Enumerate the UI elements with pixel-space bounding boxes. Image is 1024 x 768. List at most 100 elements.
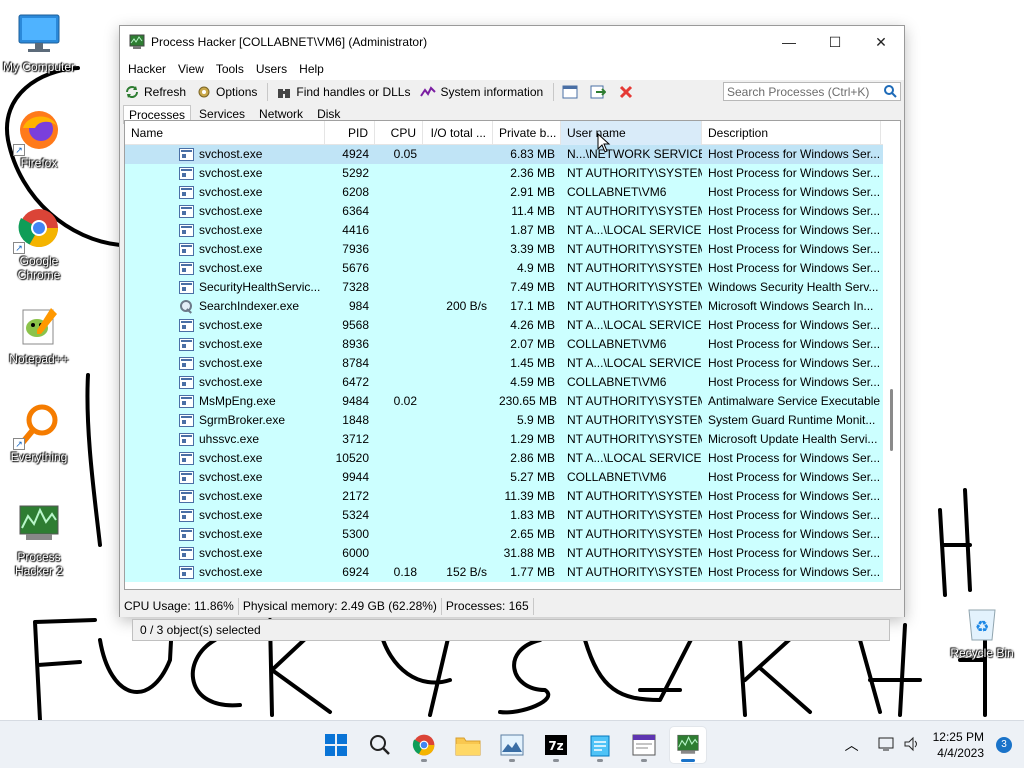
process-row[interactable]: svchost.exe 10520 2.86 MB NT A...\LOCAL SER… bbox=[125, 449, 900, 468]
notification-badge[interactable]: 3 bbox=[996, 737, 1012, 753]
desktop-icon-recycle-bin[interactable]: ♻ Recycle Bin bbox=[942, 598, 1022, 660]
process-pid: 5324 bbox=[342, 508, 369, 522]
column-io-total[interactable]: I/O total ... bbox=[423, 121, 493, 145]
process-row[interactable]: svchost.exe 4416 1.87 MB NT A...\LOCAL SERV… bbox=[125, 221, 900, 240]
desktop-icon-label: Everything bbox=[10, 450, 68, 464]
menu-help[interactable]: Help bbox=[294, 62, 329, 76]
process-row[interactable]: svchost.exe 6000 31.88 MB NT AUTHORITY\SYST… bbox=[125, 544, 900, 563]
menu-hacker[interactable]: Hacker bbox=[123, 62, 171, 76]
column-pid[interactable]: PID bbox=[325, 121, 375, 145]
search-icon[interactable] bbox=[883, 84, 898, 99]
terminate-button[interactable] bbox=[618, 84, 638, 100]
taskbar-chrome[interactable] bbox=[406, 727, 442, 763]
menu-tools[interactable]: Tools bbox=[211, 62, 249, 76]
process-row[interactable]: svchost.exe 5324 1.83 MB NT AUTHORITY\SYSTE… bbox=[125, 506, 900, 525]
process-row[interactable]: SearchIndexer.exe 984 200 B/s 17.1 MB NT AUT… bbox=[125, 297, 900, 316]
process-pid: 3712 bbox=[342, 432, 369, 446]
minimize-button[interactable]: — bbox=[766, 26, 812, 58]
process-private-bytes: 2.07 MB bbox=[510, 337, 555, 351]
process-row[interactable]: svchost.exe 2172 11.39 MB NT AUTHORITY\SYST… bbox=[125, 487, 900, 506]
process-user-name: NT AUTHORITY\SYSTEM bbox=[567, 261, 702, 275]
desktop-icon-everything[interactable]: ↗ Everything bbox=[2, 400, 76, 464]
process-row[interactable]: SgrmBroker.exe 1848 5.9 MB NT AUTHORITY\SYS… bbox=[125, 411, 900, 430]
taskbar-notepad[interactable] bbox=[582, 727, 618, 763]
window-go-button[interactable] bbox=[590, 84, 610, 100]
clock[interactable]: 12:25 PM 4/4/2023 bbox=[933, 729, 984, 761]
search-icon bbox=[370, 735, 390, 755]
process-row[interactable]: svchost.exe 6208 2.91 MB COLLABNET\VM6 Host … bbox=[125, 183, 900, 202]
column-description[interactable]: Description bbox=[702, 121, 881, 145]
window-app-icon bbox=[179, 243, 194, 256]
desktop-icon-label: Recycle Bin bbox=[950, 646, 1014, 660]
taskbar-process-hacker[interactable] bbox=[670, 727, 706, 763]
process-row[interactable]: svchost.exe 9944 5.27 MB COLLABNET\VM6 Host … bbox=[125, 468, 900, 487]
desktop-icon-label: Notepad++ bbox=[9, 352, 69, 366]
column-name[interactable]: Name bbox=[125, 121, 325, 145]
cpu-usage-status: CPU Usage: 11.86% bbox=[120, 598, 239, 615]
column-cpu[interactable]: CPU bbox=[375, 121, 423, 145]
process-io-total bbox=[423, 335, 493, 354]
menu-users[interactable]: Users bbox=[251, 62, 292, 76]
taskbar-window-app[interactable] bbox=[626, 727, 662, 763]
process-private-bytes: 17.1 MB bbox=[510, 299, 555, 313]
system-information-button[interactable]: System information bbox=[420, 84, 543, 100]
process-row[interactable]: svchost.exe 5292 2.36 MB NT AUTHORITY\SYSTE… bbox=[125, 164, 900, 183]
desktop-icon-firefox[interactable]: ↗ Firefox bbox=[2, 106, 76, 170]
process-row[interactable]: uhssvc.exe 3712 1.29 MB NT AUTHORITY\SYSTEM… bbox=[125, 430, 900, 449]
column-user-name[interactable]: User name bbox=[561, 121, 702, 145]
taskbar-7zip[interactable]: 7z bbox=[538, 727, 574, 763]
process-private-bytes: 3.39 MB bbox=[510, 242, 555, 256]
process-row[interactable]: svchost.exe 5300 2.65 MB NT AUTHORITY\SYSTE… bbox=[125, 525, 900, 544]
window-button[interactable] bbox=[562, 84, 582, 100]
close-button[interactable]: ✕ bbox=[858, 26, 904, 58]
process-row[interactable]: svchost.exe 7936 3.39 MB NT AUTHORITY\SYSTE… bbox=[125, 240, 900, 259]
menu-view[interactable]: View bbox=[173, 62, 209, 76]
process-row[interactable]: SecurityHealthServic... 7328 7.49 MB NT AUT… bbox=[125, 278, 900, 297]
process-hacker-window[interactable]: Process Hacker [COLLABNET\VM6] (Administ… bbox=[119, 25, 905, 617]
taskbar-file-explorer[interactable] bbox=[450, 727, 486, 763]
chevron-up-icon[interactable]: ︿ bbox=[845, 735, 859, 755]
process-user-name: NT A...\LOCAL SERVICE bbox=[567, 223, 702, 237]
desktop-icon-my-computer[interactable]: My Computer bbox=[2, 10, 76, 74]
maximize-button[interactable]: ☐ bbox=[812, 26, 858, 58]
process-name-cell: svchost.exe bbox=[125, 145, 325, 164]
desktop-icon-notepadpp[interactable]: Notepad++ bbox=[2, 302, 76, 366]
search-processes-box[interactable] bbox=[723, 82, 901, 101]
scrollbar-thumb[interactable] bbox=[890, 389, 893, 451]
column-private-bytes[interactable]: Private b... bbox=[493, 121, 561, 145]
process-row[interactable]: svchost.exe 4924 0.05 6.83 MB N...\NETWORK S… bbox=[125, 145, 900, 164]
process-row[interactable]: svchost.exe 5676 4.9 MB NT AUTHORITY\SYSTEM… bbox=[125, 259, 900, 278]
desktop-icon-process-hacker[interactable]: Process Hacker 2 bbox=[2, 500, 76, 578]
process-description: Host Process for Windows Ser... bbox=[708, 261, 881, 275]
taskbar-photos[interactable] bbox=[494, 727, 530, 763]
refresh-icon bbox=[124, 84, 140, 100]
options-button[interactable]: Options bbox=[196, 84, 257, 100]
process-list[interactable]: Name PID CPU I/O total ... Private b... … bbox=[124, 120, 901, 590]
process-io-total bbox=[423, 468, 493, 487]
process-cpu bbox=[375, 373, 423, 392]
desktop-icon-google-chrome[interactable]: ↗ Google Chrome bbox=[2, 204, 76, 282]
search-input[interactable] bbox=[727, 84, 877, 99]
process-user-name: COLLABNET\VM6 bbox=[567, 375, 667, 389]
vertical-scrollbar[interactable] bbox=[883, 121, 900, 589]
find-handles-button[interactable]: Find handles or DLLs bbox=[276, 84, 410, 100]
process-user-name: NT AUTHORITY\SYSTEM bbox=[567, 299, 702, 313]
taskbar-search-button[interactable] bbox=[362, 727, 398, 763]
volume-icon[interactable] bbox=[903, 736, 921, 755]
process-row[interactable]: svchost.exe 6472 4.59 MB COLLABNET\VM6 Host … bbox=[125, 373, 900, 392]
process-row[interactable]: svchost.exe 6924 0.18 152 B/s 1.77 MB NT AUTH… bbox=[125, 563, 900, 582]
start-button[interactable] bbox=[318, 727, 354, 763]
process-row[interactable]: svchost.exe 8936 2.07 MB COLLABNET\VM6 Host … bbox=[125, 335, 900, 354]
status-bar: CPU Usage: 11.86% Physical memory: 2.49 … bbox=[120, 596, 904, 617]
process-row[interactable]: svchost.exe 8784 1.45 MB NT A...\LOCAL SERV… bbox=[125, 354, 900, 373]
title-bar[interactable]: Process Hacker [COLLABNET\VM6] (Administ… bbox=[120, 26, 904, 58]
process-row[interactable]: svchost.exe 9568 4.26 MB NT A...\LOCAL SERV… bbox=[125, 316, 900, 335]
process-name-cell: svchost.exe bbox=[125, 164, 325, 183]
network-icon[interactable] bbox=[877, 736, 895, 755]
process-user-name: N...\NETWORK SERVICE bbox=[567, 147, 702, 161]
taskbar: 7z ︿ 12:25 PM 4/4/2023 3 bbox=[0, 720, 1024, 768]
process-row[interactable]: svchost.exe 6364 11.4 MB NT AUTHORITY\SYSTE… bbox=[125, 202, 900, 221]
process-row[interactable]: MsMpEng.exe 9484 0.02 230.65 MB NT AUTHORITY… bbox=[125, 392, 900, 411]
process-cpu bbox=[375, 411, 423, 430]
refresh-button[interactable]: Refresh bbox=[124, 84, 186, 100]
